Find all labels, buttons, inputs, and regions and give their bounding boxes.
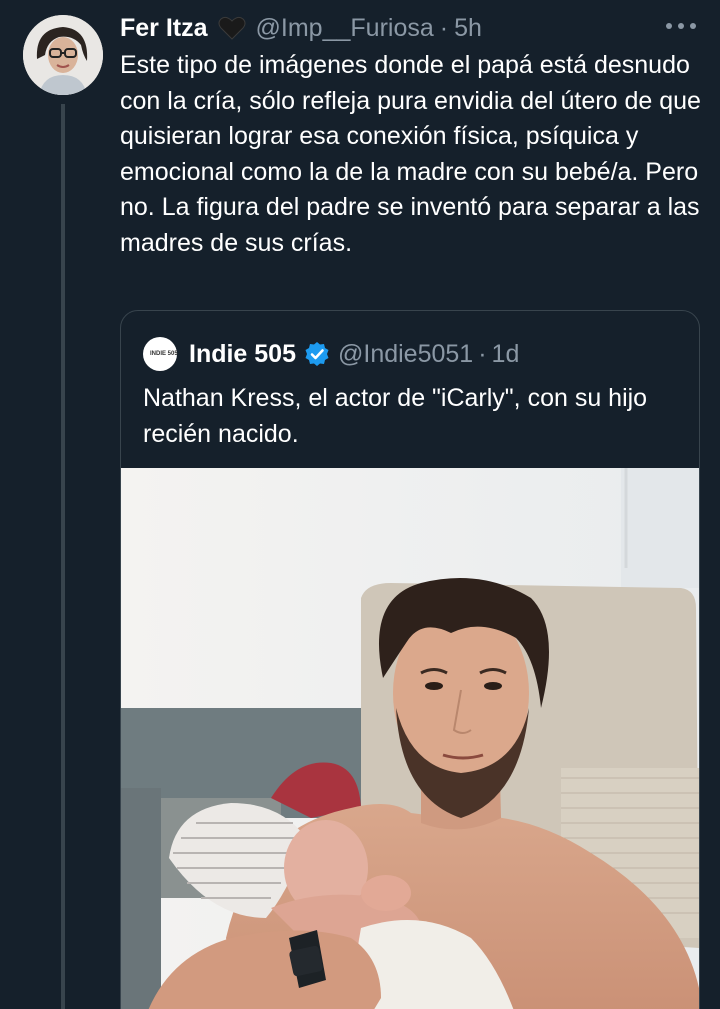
quoted-tweet-body: Nathan Kress, el actor de "iCarly", con … [143, 384, 648, 448]
separator-dot: · [439, 13, 449, 42]
quoted-tweet-photo[interactable] [121, 468, 699, 1009]
quoted-tweet-card[interactable]: INDIE 505 Indie 505 @Indie5051 · 1d Nath… [120, 310, 700, 1009]
verified-badge-icon [304, 341, 330, 367]
author-name[interactable]: Fer Itza [120, 14, 208, 43]
quoted-separator-dot: · [478, 339, 487, 368]
tweet-body: Este tipo de imágenes donde el papá está… [120, 51, 701, 257]
quoted-author-name: Indie 505 [189, 339, 296, 368]
quoted-timestamp: 1d [491, 339, 520, 368]
thread-connector-line [61, 104, 65, 1009]
more-options-icon[interactable] [666, 16, 696, 36]
photo-man-holding-newborn [121, 468, 699, 1009]
tweet-timestamp[interactable]: 5h [454, 14, 482, 43]
black-heart-icon [218, 15, 246, 41]
quoted-tweet-header: INDIE 505 Indie 505 @Indie5051 · 1d [143, 337, 519, 371]
quoted-avatar-logo-text: INDIE 505 [150, 350, 178, 357]
author-handle[interactable]: @Imp__Furiosa [256, 14, 434, 43]
tweet-thread: Fer Itza @Imp__Furiosa · 5h Este tipo de… [0, 0, 720, 1009]
avatar-image [23, 15, 103, 95]
quoted-author-handle: @Indie5051 [338, 339, 474, 368]
quoted-avatar: INDIE 505 [143, 337, 178, 371]
avatar[interactable] [23, 15, 103, 95]
tweet-header: Fer Itza @Imp__Furiosa · 5h [120, 12, 482, 44]
